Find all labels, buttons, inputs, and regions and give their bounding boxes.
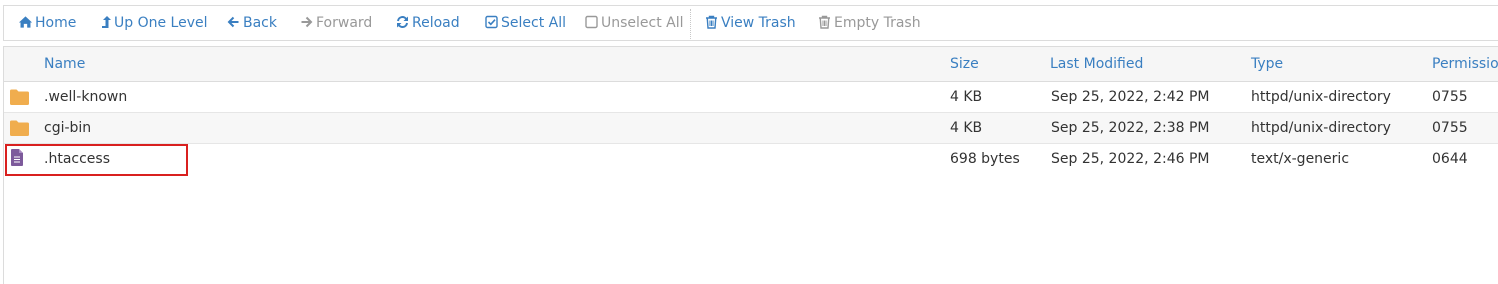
file-last-modified: Sep 25, 2022, 2:38 PM	[1051, 120, 1210, 136]
folder-icon	[10, 120, 29, 136]
column-header-size[interactable]: Size	[950, 47, 979, 81]
up-one-level-button[interactable]: Up One Level	[101, 6, 208, 40]
file-permissions: 0644	[1432, 151, 1468, 167]
toolbar-divider	[690, 9, 691, 39]
column-header-permissions[interactable]: Permissions	[1432, 47, 1498, 81]
select-all-button[interactable]: Select All	[484, 6, 566, 40]
table-row[interactable]: .well-known 4 KB Sep 25, 2022, 2:42 PM h…	[4, 82, 1498, 113]
refresh-icon	[397, 16, 408, 28]
column-header-type[interactable]: Type	[1251, 47, 1283, 81]
table-row[interactable]: cgi-bin 4 KB Sep 25, 2022, 2:38 PM httpd…	[4, 113, 1498, 144]
level-up-icon	[102, 16, 111, 28]
file-permissions: 0755	[1432, 89, 1468, 105]
back-button[interactable]: Back	[226, 6, 277, 40]
text-file-icon	[11, 149, 23, 166]
file-name[interactable]: .htaccess	[44, 144, 110, 174]
column-header-name[interactable]: Name	[44, 47, 85, 81]
home-button[interactable]: Home	[18, 6, 76, 40]
file-type: httpd/unix-directory	[1251, 89, 1391, 105]
folder-icon	[10, 89, 29, 105]
arrow-right-icon	[301, 16, 313, 28]
file-size: 4 KB	[950, 89, 983, 105]
checkbox-empty-icon	[585, 15, 598, 29]
arrow-left-icon	[227, 16, 239, 28]
file-name[interactable]: cgi-bin	[44, 113, 91, 143]
unselect-all-button[interactable]: Unselect All	[584, 6, 684, 40]
trash-icon	[819, 15, 830, 29]
view-trash-button[interactable]: View Trash	[704, 6, 796, 40]
table-header: Name Size Last Modified Type Permissions	[4, 47, 1498, 82]
file-manager-toolbar: Home Up One Level Back Forward Reload Se…	[3, 5, 1498, 41]
file-size: 4 KB	[950, 120, 983, 136]
file-last-modified: Sep 25, 2022, 2:42 PM	[1051, 89, 1210, 105]
reload-button[interactable]: Reload	[395, 6, 460, 40]
file-name[interactable]: .well-known	[44, 82, 127, 112]
checkbox-checked-icon	[485, 15, 498, 29]
trash-icon	[706, 15, 717, 29]
home-icon	[18, 16, 33, 28]
column-header-last-modified[interactable]: Last Modified	[1050, 47, 1143, 81]
file-list-table: Name Size Last Modified Type Permissions…	[3, 46, 1498, 284]
table-row[interactable]: .htaccess 698 bytes Sep 25, 2022, 2:46 P…	[4, 144, 1498, 176]
forward-button[interactable]: Forward	[299, 6, 372, 40]
empty-trash-button[interactable]: Empty Trash	[817, 6, 921, 40]
file-type: text/x-generic	[1251, 151, 1350, 167]
file-last-modified: Sep 25, 2022, 2:46 PM	[1051, 151, 1210, 167]
file-type: httpd/unix-directory	[1251, 120, 1391, 136]
file-permissions: 0755	[1432, 120, 1468, 136]
file-size: 698 bytes	[950, 151, 1020, 167]
